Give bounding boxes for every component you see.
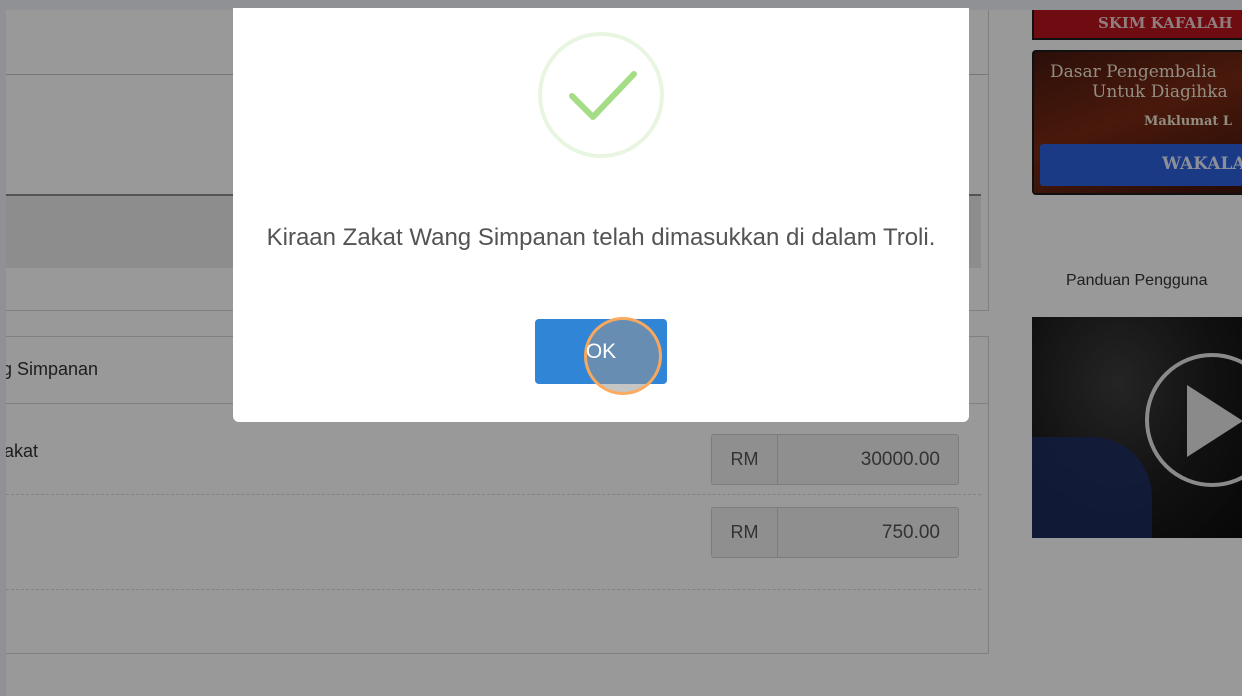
success-check-icon bbox=[538, 32, 664, 158]
success-dialog: Kiraan Zakat Wang Simpanan telah dimasuk… bbox=[233, 8, 969, 422]
ok-button-label: OK bbox=[585, 339, 617, 363]
dialog-message: Kiraan Zakat Wang Simpanan telah dimasuk… bbox=[266, 224, 936, 251]
ok-button[interactable]: OK bbox=[535, 319, 667, 384]
